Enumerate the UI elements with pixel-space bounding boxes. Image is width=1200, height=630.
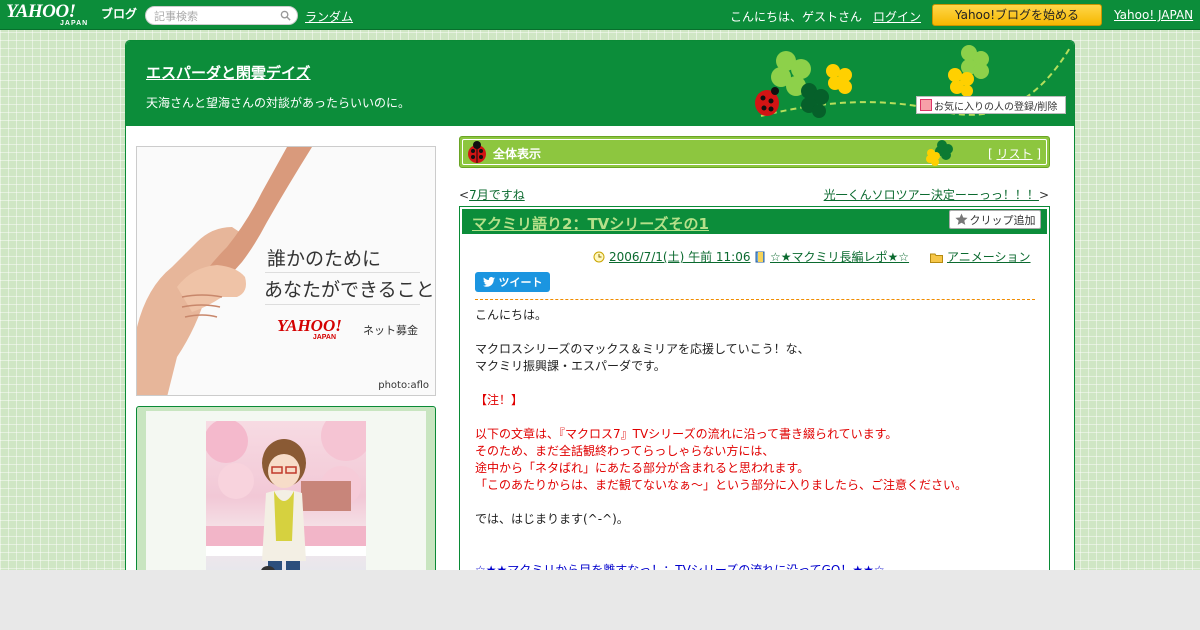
- entry-body-line: マクミリ振興課・エスパーダです。: [475, 359, 666, 373]
- page-background: YAHOO! JAPAN ブログ 記事検索 ランダム こんにちは、ゲストさん ロ…: [0, 0, 1200, 570]
- tweet-button[interactable]: ツイート: [475, 272, 550, 292]
- entry-body-line: [475, 494, 1035, 511]
- star-icon: [954, 213, 968, 225]
- entry-title-bar: マクミリ語り2：TVシリーズその1 クリップ追加: [462, 209, 1047, 234]
- entry-body-line: ☆★★マクミリから目を離すなっ！：TVシリーズの流れに沿ってGO！★★☆: [475, 563, 885, 570]
- entry-body-line: 途中から「ネタばれ」にあたる部分が含まれると思われます。: [475, 461, 810, 475]
- blog-title[interactable]: エスパーダと閑雲デイズ: [146, 62, 311, 83]
- entry-body: こんにちは。マクロスシリーズのマックス＆ミリアを応援していこう！な、 マクミリ振興…: [475, 307, 1035, 570]
- search-input[interactable]: 記事検索: [145, 6, 298, 25]
- blog-entry: マクミリ語り2：TVシリーズその1 クリップ追加 2006/7/1(土) 午前 …: [459, 206, 1050, 570]
- entry-body-line: 「このあたりからは、まだ観てないなぁ～」という部分に入りましたら、ご注意ください…: [475, 478, 968, 492]
- blog-container: エスパーダと閑雲デイズ 天海さんと望海さんの対談があったらいいのに。 お気に入り…: [125, 40, 1075, 570]
- clip-add-button[interactable]: クリップ追加: [949, 210, 1041, 229]
- folder-icon: [930, 253, 943, 263]
- entry-divider: [475, 299, 1035, 300]
- blog-logo-label[interactable]: ブログ: [101, 5, 137, 22]
- login-link[interactable]: ログイン: [873, 8, 921, 25]
- view-mode-bar: 全体表示 [ リスト ]: [459, 136, 1050, 168]
- yahoo-japan-link[interactable]: Yahoo! JAPAN: [1114, 8, 1193, 22]
- start-blog-button[interactable]: Yahoo!ブログを始める: [932, 4, 1102, 26]
- entry-book: ☆★マクミリ長編レポ★☆: [755, 248, 909, 265]
- profile-inner: [146, 411, 426, 570]
- random-link[interactable]: ランダム: [305, 8, 353, 25]
- entry-body-line: こんにちは。: [475, 308, 548, 322]
- book-icon: [755, 251, 765, 263]
- entry-title[interactable]: マクミリ語り2：TVシリーズその1: [472, 213, 709, 234]
- entry-category: アニメーション: [930, 248, 1031, 265]
- prev-entry-nav: <7月ですね: [459, 188, 525, 202]
- list-view-toggle: [ リスト ]: [987, 147, 1041, 161]
- entry-category-link[interactable]: アニメーション: [947, 250, 1031, 264]
- entry-body-line: マクロスシリーズのマックス＆ミリアを応援していこう！な、: [475, 342, 810, 356]
- ad-divider: [265, 272, 420, 273]
- clover-icon: [926, 140, 953, 166]
- entry-body-line: [475, 409, 1035, 426]
- ad-headline-2: あなたができること: [264, 279, 435, 301]
- entry-body-line: [475, 528, 1035, 545]
- ad-yahoo-logo: YAHOO! JAPAN: [277, 316, 342, 341]
- clock-icon: [593, 251, 605, 263]
- entry-date: 2006/7/1(土) 午前 11:06: [593, 248, 750, 265]
- greeting-text: こんにちは、ゲストさん: [730, 10, 863, 24]
- ad-net-donation-label: ネット募金: [363, 324, 418, 337]
- favorite-register-label: お気に入りの人の登録/削除: [934, 101, 1058, 113]
- blog-header: エスパーダと閑雲デイズ 天海さんと望海さんの対談があったらいいのに。 お気に入り…: [126, 41, 1074, 126]
- blog-description: 天海さんと望海さんの対談があったらいいのに。: [146, 96, 411, 110]
- avatar[interactable]: [206, 421, 366, 570]
- search-placeholder: 記事検索: [154, 9, 198, 23]
- search-icon[interactable]: [280, 10, 291, 21]
- favorite-icon: [920, 99, 932, 111]
- avatar-character-icon: [206, 421, 366, 570]
- ad-divider: [265, 304, 420, 305]
- twitter-bird-icon: [482, 277, 495, 287]
- entry-body-line: [475, 545, 1035, 562]
- entry-body-line: 【注！】: [475, 393, 524, 407]
- entry-book-link[interactable]: ☆★マクミリ長編レポ★☆: [770, 250, 909, 264]
- entry-body-line: [475, 375, 1035, 392]
- yahoo-logo[interactable]: YAHOO! JAPAN: [6, 2, 87, 27]
- entry-body-line: そのため、まだ全話観終わってらっしゃらない方には、: [475, 444, 775, 458]
- prev-entry-link[interactable]: 7月ですね: [469, 188, 525, 202]
- global-header: YAHOO! JAPAN ブログ 記事検索 ランダム こんにちは、ゲストさん ロ…: [0, 0, 1200, 30]
- ad-headline-1: 誰かのために: [267, 248, 382, 270]
- next-entry-nav: 光一くんソロツアー決定ーーっっ！！！>: [823, 188, 1049, 202]
- next-entry-link[interactable]: 光一くんソロツアー決定ーーっっ！！！: [824, 188, 1039, 202]
- profile-panel: [136, 406, 436, 570]
- ladybug-icon: [468, 141, 486, 163]
- list-view-link[interactable]: リスト: [996, 147, 1032, 161]
- charity-ad-banner[interactable]: 誰かのために あなたができること YAHOO! JAPAN ネット募金 phot…: [136, 146, 436, 396]
- entry-body-line: 以下の文章は、『マクロス7』TVシリーズの流れに沿って書き綴られています。: [475, 427, 898, 441]
- entry-body-line: [475, 324, 1035, 341]
- entry-body-line: では、はじまります(^-^)。: [475, 512, 629, 526]
- view-all-label[interactable]: 全体表示: [493, 145, 541, 162]
- entry-date-link[interactable]: 2006/7/1(土) 午前 11:06: [609, 250, 750, 264]
- ad-photo-credit: photo:aflo: [378, 380, 429, 391]
- favorite-register-button[interactable]: お気に入りの人の登録/削除: [916, 96, 1066, 114]
